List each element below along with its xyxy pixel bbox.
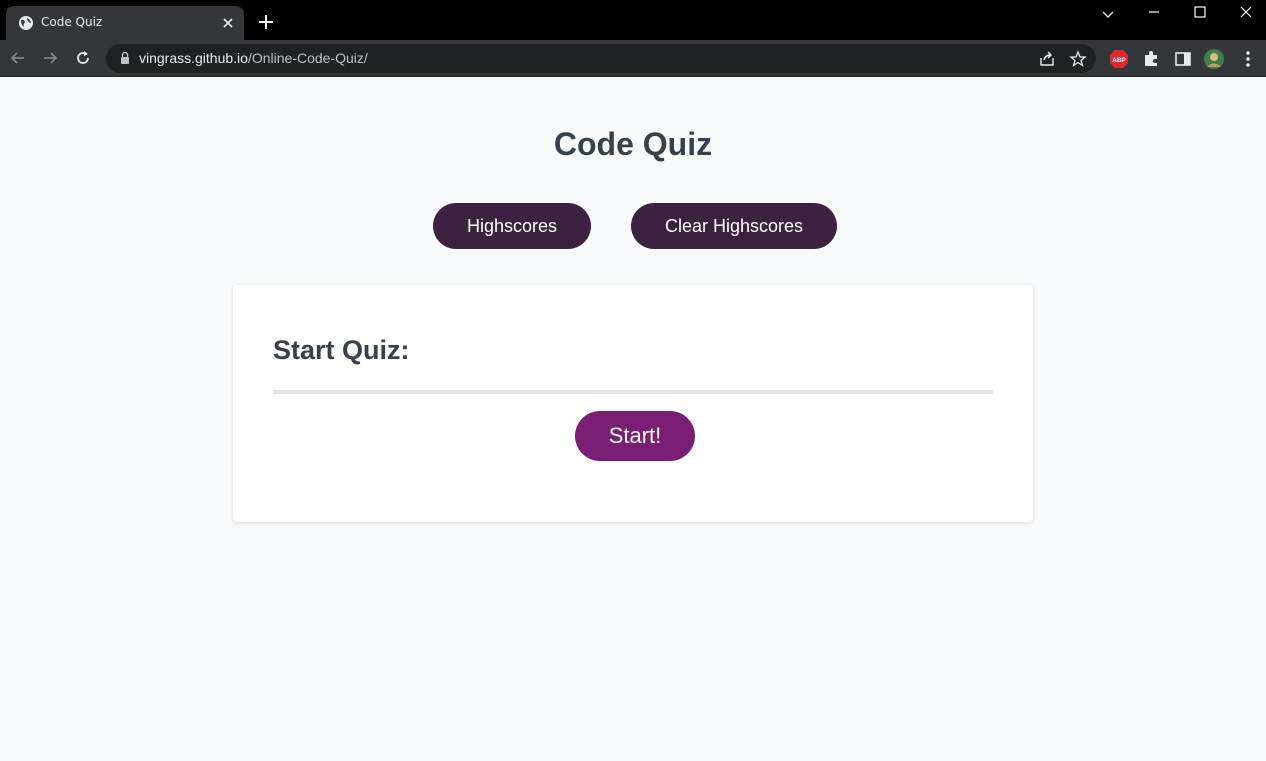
- address-bar[interactable]: vingrass.github.io/Online-Code-Quiz/: [106, 44, 1096, 73]
- tab-search-icon[interactable]: [1098, 4, 1118, 24]
- divider: [273, 390, 993, 394]
- adblock-badge-text: ABP: [1112, 57, 1126, 64]
- menu-dots-icon[interactable]: [1238, 49, 1258, 69]
- tab-title: Code Quiz: [41, 15, 103, 29]
- url-host: vingrass.github.io: [139, 50, 248, 66]
- new-tab-icon[interactable]: [257, 13, 275, 31]
- browser-tab[interactable]: Code Quiz: [6, 6, 244, 40]
- back-icon[interactable]: [9, 49, 27, 67]
- bookmark-star-icon[interactable]: [1069, 50, 1087, 68]
- minimize-icon[interactable]: [1144, 4, 1164, 24]
- adblock-icon[interactable]: ABP: [1109, 49, 1129, 69]
- url-path: /Online-Code-Quiz/: [247, 50, 368, 66]
- maximize-icon[interactable]: [1190, 4, 1210, 24]
- highscores-button[interactable]: Highscores: [433, 203, 591, 249]
- lock-icon[interactable]: [118, 51, 132, 65]
- clear-highscores-button[interactable]: Clear Highscores: [631, 203, 837, 249]
- share-icon[interactable]: [1038, 50, 1056, 68]
- start-button[interactable]: Start!: [575, 411, 695, 461]
- side-panel-icon[interactable]: [1173, 49, 1193, 69]
- globe-icon: [19, 16, 33, 30]
- browser-toolbar: vingrass.github.io/Online-Code-Quiz/ ABP: [0, 40, 1266, 77]
- page-title: Code Quiz: [553, 126, 713, 162]
- forward-icon[interactable]: [41, 49, 59, 67]
- profile-avatar-icon[interactable]: [1204, 49, 1224, 69]
- extensions-puzzle-icon[interactable]: [1141, 49, 1161, 69]
- quiz-card: Start Quiz: Start!: [233, 285, 1033, 522]
- tab-strip: Code Quiz: [0, 0, 1266, 40]
- close-tab-icon[interactable]: [220, 15, 236, 31]
- close-window-icon[interactable]: [1236, 4, 1256, 24]
- url-text: vingrass.github.io/Online-Code-Quiz/: [139, 50, 368, 66]
- card-title: Start Quiz:: [273, 335, 410, 365]
- reload-icon[interactable]: [74, 49, 92, 67]
